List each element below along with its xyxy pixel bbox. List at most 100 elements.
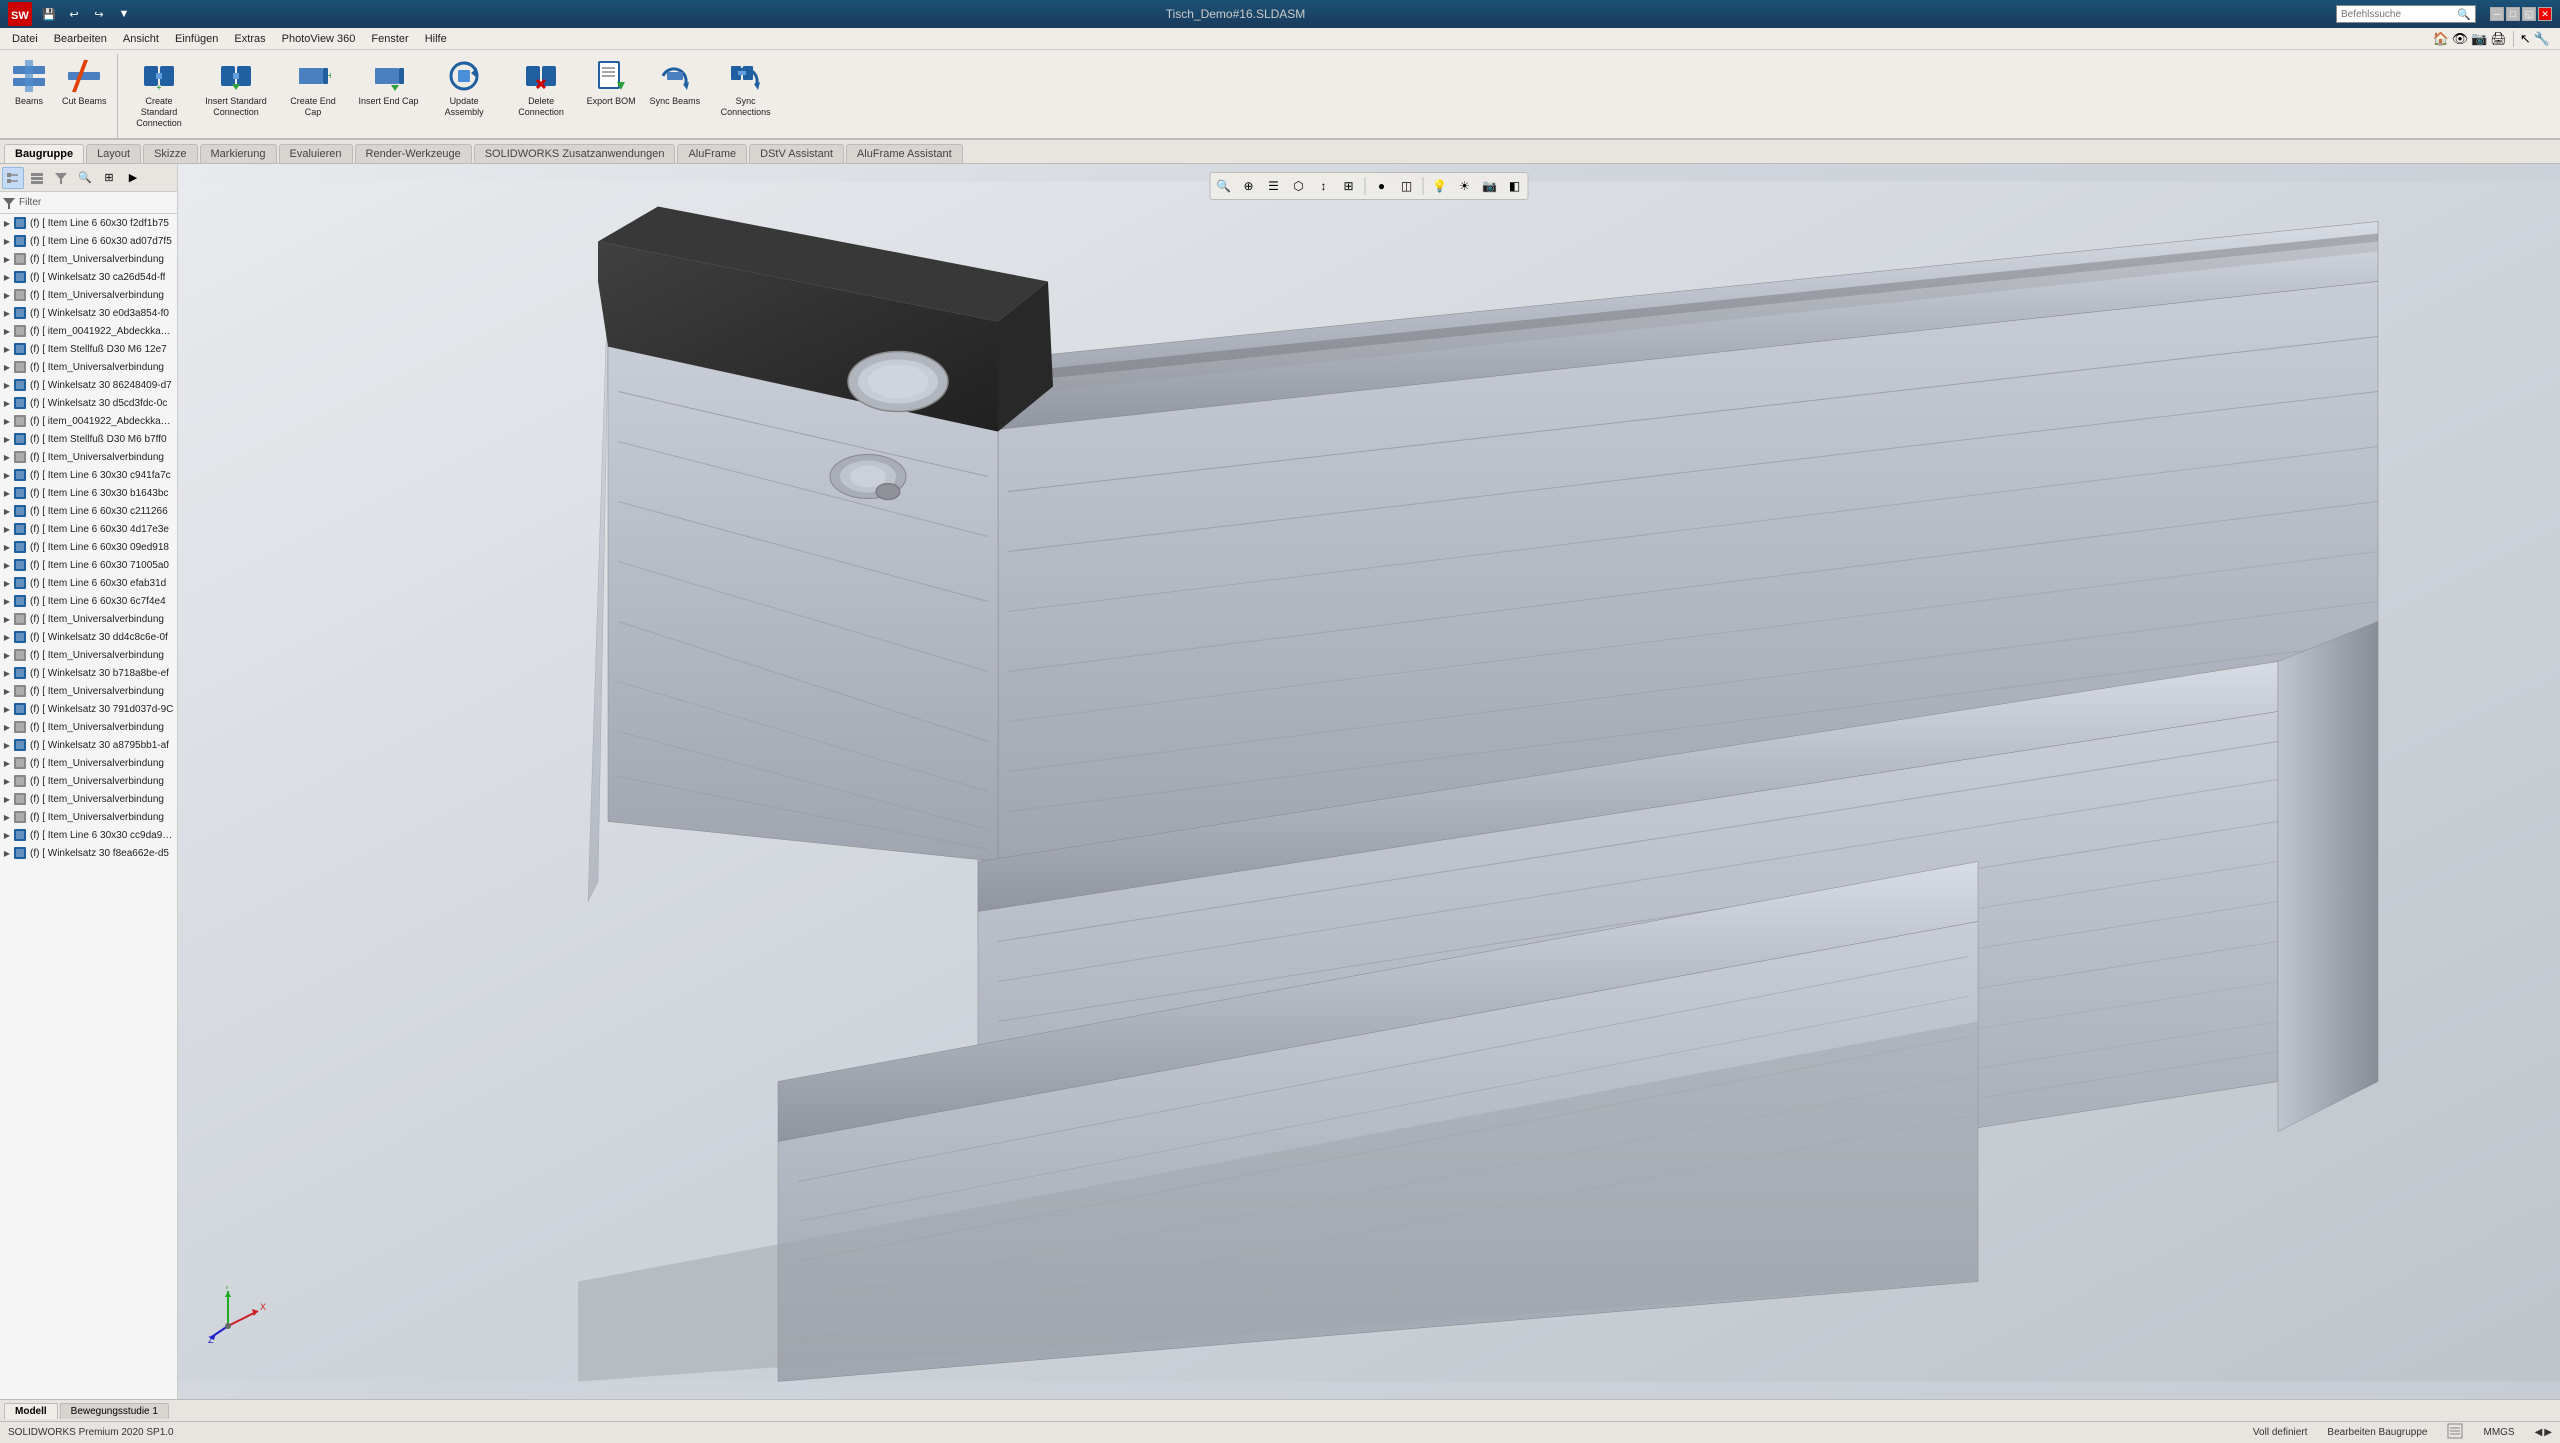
tree-item[interactable]: ▶(f) [ Winkelsatz 30 e0d3a854-f0	[0, 304, 177, 322]
sidebar-tree-btn[interactable]	[2, 167, 24, 189]
tree-item[interactable]: ▶(f) [ Item Line 6 60x30 71005a0	[0, 556, 177, 574]
menu-datei[interactable]: Datei	[4, 31, 46, 47]
tree-item[interactable]: ▶(f) [ Item_Universalverbindung	[0, 646, 177, 664]
tree-item[interactable]: ▶(f) [ Winkelsatz 30 d5cd3fdc-0c	[0, 394, 177, 412]
vp-orient-btn[interactable]: ⬡	[1288, 175, 1310, 197]
tree-item[interactable]: ▶(f) [ Item_Universalverbindung	[0, 718, 177, 736]
tree-expand-arrow[interactable]: ▶	[2, 632, 12, 642]
tree-item[interactable]: ▶(f) [ Item_Universalverbindung	[0, 610, 177, 628]
vp-render-btn[interactable]: ●	[1371, 175, 1393, 197]
tab-dstv[interactable]: DStV Assistant	[749, 144, 844, 163]
tree-item[interactable]: ▶(f) [ Item_Universalverbindung	[0, 286, 177, 304]
tree-expand-arrow[interactable]: ▶	[2, 560, 12, 570]
tree-item[interactable]: ▶(f) [ Item Line 6 60x30 4d17e3e	[0, 520, 177, 538]
insert-end-cap-button[interactable]: Insert End Cap	[353, 54, 425, 132]
tree-item[interactable]: ▶(f) [ Item Line 6 60x30 6c7f4e4	[0, 592, 177, 610]
tab-modell[interactable]: Modell	[4, 1403, 58, 1419]
vp-magnify-btn[interactable]: 🔍	[1213, 175, 1235, 197]
tree-item[interactable]: ▶(f) [ Winkelsatz 30 ca26d54d-ff	[0, 268, 177, 286]
tree-item[interactable]: ▶(f) [ Item Line 6 30x30 cc9da9af-4e	[0, 826, 177, 844]
tree-expand-arrow[interactable]: ▶	[2, 326, 12, 336]
create-end-cap-button[interactable]: + Create End Cap	[276, 54, 351, 132]
sidebar-expand-btn[interactable]: ⊞	[98, 167, 120, 189]
sidebar-filter-btn[interactable]	[50, 167, 72, 189]
tree-expand-arrow[interactable]: ▶	[2, 848, 12, 858]
tree-item[interactable]: ▶(f) [ Item Line 6 60x30 09ed918	[0, 538, 177, 556]
tree-expand-arrow[interactable]: ▶	[2, 218, 12, 228]
tree-expand-arrow[interactable]: ▶	[2, 506, 12, 516]
tree-item[interactable]: ▶(f) [ Item Stellfuß D30 M6 12e7	[0, 340, 177, 358]
tab-aluframe-assistant[interactable]: AluFrame Assistant	[846, 144, 963, 163]
tree-item[interactable]: ▶(f) [ Item_Universalverbindung	[0, 448, 177, 466]
tree-expand-arrow[interactable]: ▶	[2, 488, 12, 498]
save-quick-btn[interactable]: 💾	[38, 3, 60, 25]
sync-beams-button[interactable]: Sync Beams	[644, 54, 707, 132]
vp-light-btn[interactable]: 💡	[1429, 175, 1451, 197]
tree-expand-arrow[interactable]: ▶	[2, 776, 12, 786]
tree-item[interactable]: ▶(f) [ Item Line 6 60x30 efab31d	[0, 574, 177, 592]
tree-expand-arrow[interactable]: ▶	[2, 650, 12, 660]
menu-einfuegen[interactable]: Einfügen	[167, 31, 226, 47]
tree-expand-arrow[interactable]: ▶	[2, 254, 12, 264]
update-assembly-button[interactable]: Update Assembly	[427, 54, 502, 132]
tree-expand-arrow[interactable]: ▶	[2, 398, 12, 408]
redo-quick-btn[interactable]: ↪	[88, 3, 110, 25]
tree-expand-arrow[interactable]: ▶	[2, 614, 12, 624]
tree-expand-arrow[interactable]: ▶	[2, 308, 12, 318]
tree-expand-arrow[interactable]: ▶	[2, 758, 12, 768]
undo-quick-btn[interactable]: ↩	[63, 3, 85, 25]
tree-expand-arrow[interactable]: ▶	[2, 740, 12, 750]
minimize-btn[interactable]: ─	[2490, 7, 2504, 21]
maximize-btn[interactable]: □	[2506, 7, 2520, 21]
export-bom-button[interactable]: Export BOM	[581, 54, 642, 132]
tree-item[interactable]: ▶(f) [ Item Line 6 60x30 f2df1b75	[0, 214, 177, 232]
menu-photoview[interactable]: PhotoView 360	[274, 31, 364, 47]
menu-ansicht[interactable]: Ansicht	[115, 31, 167, 47]
tree-expand-arrow[interactable]: ▶	[2, 452, 12, 462]
tree-item[interactable]: ▶(f) [ Item_Universalverbindung	[0, 808, 177, 826]
tree-item[interactable]: ▶(f) [ Winkelsatz 30 f8ea662e-d5	[0, 844, 177, 862]
tab-bewegungsstudie[interactable]: Bewegungsstudie 1	[60, 1403, 169, 1419]
home-icon[interactable]: 🏠	[2433, 31, 2449, 47]
vp-filter-btn[interactable]: ⊕	[1238, 175, 1260, 197]
tree-expand-arrow[interactable]: ▶	[2, 794, 12, 804]
tree-expand-arrow[interactable]: ▶	[2, 344, 12, 354]
tree-item[interactable]: ▶(f) [ Item Line 6 30x30 b1643bc	[0, 484, 177, 502]
sidebar-arrow-btn[interactable]: ▶	[122, 167, 144, 189]
vp-zoom-btn[interactable]: ⊞	[1338, 175, 1360, 197]
tools-icon[interactable]: 🔧	[2534, 31, 2550, 47]
tree-expand-arrow[interactable]: ▶	[2, 812, 12, 822]
selection-icon[interactable]: ↖	[2520, 31, 2531, 47]
tree-item[interactable]: ▶(f) [ Item_Universalverbindung	[0, 754, 177, 772]
menu-bearbeiten[interactable]: Bearbeiten	[46, 31, 115, 47]
vp-wire-btn[interactable]: ◫	[1396, 175, 1418, 197]
tree-item[interactable]: ▶(f) [ Item Stellfuß D30 M6 b7ff0	[0, 430, 177, 448]
tree-item[interactable]: ▶(f) [ Winkelsatz 30 dd4c8c6e-0f	[0, 628, 177, 646]
restore-btn[interactable]: ◱	[2522, 7, 2536, 21]
command-search[interactable]	[2341, 9, 2457, 20]
vp-section-btn[interactable]: ◧	[1504, 175, 1526, 197]
vp-sun-btn[interactable]: ☀	[1454, 175, 1476, 197]
tree-expand-arrow[interactable]: ▶	[2, 362, 12, 372]
tree-expand-arrow[interactable]: ▶	[2, 524, 12, 534]
vp-move-btn[interactable]: ↕	[1313, 175, 1335, 197]
tree-item[interactable]: ▶(f) [ Winkelsatz 30 b718a8be-ef	[0, 664, 177, 682]
menu-hilfe[interactable]: Hilfe	[417, 31, 455, 47]
next-btn[interactable]: ▶	[2544, 1427, 2552, 1438]
tab-evaluieren[interactable]: Evaluieren	[279, 144, 353, 163]
prev-btn[interactable]: ◀	[2535, 1427, 2543, 1438]
tree-expand-arrow[interactable]: ▶	[2, 434, 12, 444]
tree-expand-arrow[interactable]: ▶	[2, 830, 12, 840]
tree-expand-arrow[interactable]: ▶	[2, 668, 12, 678]
sidebar-tree-list[interactable]: ▶(f) [ Item Line 6 60x30 f2df1b75 ▶(f) [ …	[0, 214, 177, 1399]
tree-expand-arrow[interactable]: ▶	[2, 470, 12, 480]
tree-expand-arrow[interactable]: ▶	[2, 722, 12, 732]
tree-expand-arrow[interactable]: ▶	[2, 704, 12, 714]
view-icon[interactable]: 👁	[2452, 31, 2469, 47]
tab-aluframe[interactable]: AluFrame	[677, 144, 747, 163]
menu-fenster[interactable]: Fenster	[363, 31, 416, 47]
menu-extras[interactable]: Extras	[226, 31, 273, 47]
sidebar-search-btn[interactable]: 🔍	[74, 167, 96, 189]
cut-beams-button[interactable]: Cut Beams	[56, 54, 113, 132]
tree-expand-arrow[interactable]: ▶	[2, 380, 12, 390]
